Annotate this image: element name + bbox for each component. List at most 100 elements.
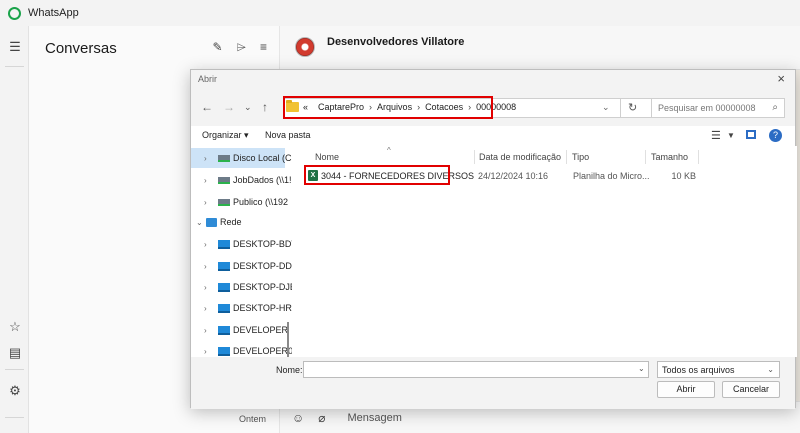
- nav-item-label: DESKTOP-DDE: [233, 261, 292, 271]
- dialog-titlebar: Abrir ×: [191, 70, 795, 90]
- column-header-modified[interactable]: Data de modificação: [479, 152, 561, 166]
- star-icon[interactable]: ☆: [8, 319, 22, 334]
- file-type: Planilha do Micro...: [573, 171, 650, 181]
- column-header-type[interactable]: Tipo: [572, 152, 589, 166]
- nav-item-label: Disco Local (C: [233, 153, 292, 163]
- filetype-select[interactable]: Todos os arquivos ⌄: [657, 361, 780, 378]
- filename-input[interactable]: [303, 361, 649, 378]
- view-dropdown-icon[interactable]: ▼: [727, 131, 735, 140]
- nav-item-developer02[interactable]: › DEVELOPER02: [204, 343, 292, 357]
- nav-pane-scrollbar[interactable]: [287, 322, 289, 357]
- nav-item-desktop-hrk[interactable]: › DESKTOP-HRK: [204, 300, 292, 316]
- nav-item-label: DESKTOP-BDTi: [233, 239, 292, 249]
- address-dropdown-chevron-icon[interactable]: ⌄: [602, 102, 610, 113]
- computer-icon: [218, 303, 230, 313]
- contact-name[interactable]: Desenvolvedores Villatore: [327, 36, 464, 48]
- file-modified: 24/12/2024 10:16: [478, 171, 549, 181]
- nav-item-local-disk[interactable]: › Disco Local (C: [204, 150, 292, 166]
- nav-item-label: DEVELOPER: [233, 325, 289, 335]
- app-title: WhatsApp: [28, 7, 79, 19]
- nav-item-rede[interactable]: ⌄ Rede: [196, 214, 242, 230]
- address-highlight-box: [283, 96, 493, 119]
- nav-item-desktop-bdt[interactable]: › DESKTOP-BDTi: [204, 236, 292, 252]
- rail-divider: [5, 369, 24, 370]
- filter-icon[interactable]: ≡: [260, 40, 267, 55]
- nav-item-label: Rede: [220, 217, 242, 227]
- nav-item-label: DESKTOP-DJEF: [233, 282, 292, 292]
- close-icon[interactable]: ×: [777, 71, 785, 86]
- dialog-footer: Nome: ⌄ Todos os arquivos ⌄ Abrir Cancel…: [191, 357, 795, 409]
- column-divider[interactable]: [474, 150, 475, 164]
- filename-label: Nome:: [276, 365, 303, 375]
- preview-pane-icon[interactable]: [746, 130, 756, 139]
- nav-item-jobdados[interactable]: › JobDados (\\1!: [204, 172, 292, 188]
- nav-item-developer[interactable]: › DEVELOPER: [204, 322, 288, 338]
- column-header-name[interactable]: Nome: [315, 152, 339, 166]
- open-file-dialog: Abrir × ← → ⌄ ↑ ⌄ ↻ « CaptarePro › Arqui…: [190, 69, 797, 409]
- computer-icon: [218, 282, 230, 292]
- column-divider[interactable]: [566, 150, 567, 164]
- whatsapp-logo-icon: [8, 6, 21, 20]
- menu-icon[interactable]: ☰: [8, 39, 22, 54]
- navigation-pane: › Disco Local (C › JobDados (\\1! › Publ…: [191, 146, 292, 357]
- filetype-value: Todos os arquivos: [662, 365, 735, 375]
- file-row[interactable]: X 3044 - FORNECEDORES DIVERSOS 24/12/202…: [302, 165, 797, 185]
- rail-divider: [5, 417, 24, 418]
- filetype-dropdown-chevron-icon[interactable]: ⌄: [767, 365, 774, 374]
- network-drive-icon: [218, 198, 230, 206]
- refresh-icon[interactable]: ↻: [628, 101, 637, 114]
- message-input[interactable]: Mensagem: [348, 412, 402, 424]
- help-icon[interactable]: ?: [769, 129, 782, 142]
- label-icon[interactable]: ⌲: [237, 40, 246, 55]
- expand-chevron-icon[interactable]: ›: [204, 154, 214, 163]
- network-drive-icon: [218, 176, 230, 184]
- file-size: 10 KB: [671, 171, 696, 181]
- recent-locations-chevron-icon[interactable]: ⌄: [244, 102, 252, 113]
- expand-chevron-icon[interactable]: ›: [204, 198, 214, 207]
- computer-icon: [218, 325, 230, 335]
- search-input[interactable]: Pesquisar em 00000008 ⌕: [651, 98, 785, 118]
- collapse-chevron-icon[interactable]: ⌄: [196, 218, 206, 227]
- forward-arrow-icon[interactable]: →: [223, 100, 235, 114]
- expand-chevron-icon[interactable]: ›: [204, 347, 214, 356]
- expand-chevron-icon[interactable]: ›: [204, 283, 214, 292]
- chat-timestamp: Ontem: [239, 414, 267, 424]
- archive-icon[interactable]: ▤: [8, 345, 22, 360]
- up-arrow-icon[interactable]: ↑: [262, 100, 268, 114]
- expand-chevron-icon[interactable]: ›: [204, 304, 214, 313]
- new-folder-button[interactable]: Nova pasta: [265, 130, 311, 140]
- chat-header[interactable]: Desenvolvedores Villatore: [280, 26, 800, 70]
- new-chat-icon[interactable]: ✎: [213, 40, 223, 55]
- rail-divider: [5, 66, 24, 67]
- organize-button[interactable]: Organizar ▾: [202, 130, 249, 141]
- app-titlebar: WhatsApp: [0, 0, 800, 26]
- column-divider[interactable]: [698, 150, 699, 164]
- contact-avatar[interactable]: [295, 37, 315, 57]
- settings-gear-icon[interactable]: ⚙: [8, 383, 22, 398]
- search-placeholder: Pesquisar em 00000008: [658, 103, 756, 113]
- expand-chevron-icon[interactable]: ›: [204, 262, 214, 271]
- expand-chevron-icon[interactable]: ›: [204, 176, 214, 185]
- filename-dropdown-chevron-icon[interactable]: ⌄: [638, 364, 645, 373]
- computer-icon: [218, 239, 230, 249]
- address-bar-actions: [621, 98, 655, 118]
- nav-item-desktop-dde[interactable]: › DESKTOP-DDE: [204, 258, 292, 274]
- view-options-icon[interactable]: ☰: [711, 129, 721, 142]
- search-icon[interactable]: ⌕: [772, 102, 778, 113]
- column-divider[interactable]: [645, 150, 646, 164]
- expand-chevron-icon[interactable]: ›: [204, 326, 214, 335]
- nav-item-publico[interactable]: › Publico (\\192: [204, 194, 288, 210]
- nav-item-label: DEVELOPER02: [233, 346, 292, 356]
- attach-icon[interactable]: ⌀: [318, 411, 325, 425]
- open-button[interactable]: Abrir: [657, 381, 715, 398]
- expand-chevron-icon[interactable]: ›: [204, 240, 214, 249]
- nav-item-label: JobDados (\\1!: [233, 175, 292, 185]
- nav-item-desktop-djef[interactable]: › DESKTOP-DJEF: [204, 279, 292, 295]
- column-header-size[interactable]: Tamanho: [651, 152, 688, 166]
- cancel-button[interactable]: Cancelar: [722, 381, 780, 398]
- emoji-icon[interactable]: ☺: [292, 411, 304, 425]
- chat-list-title: Conversas: [45, 40, 117, 57]
- local-disk-icon: [218, 154, 230, 162]
- back-arrow-icon[interactable]: ←: [201, 100, 213, 114]
- computer-icon: [218, 261, 230, 271]
